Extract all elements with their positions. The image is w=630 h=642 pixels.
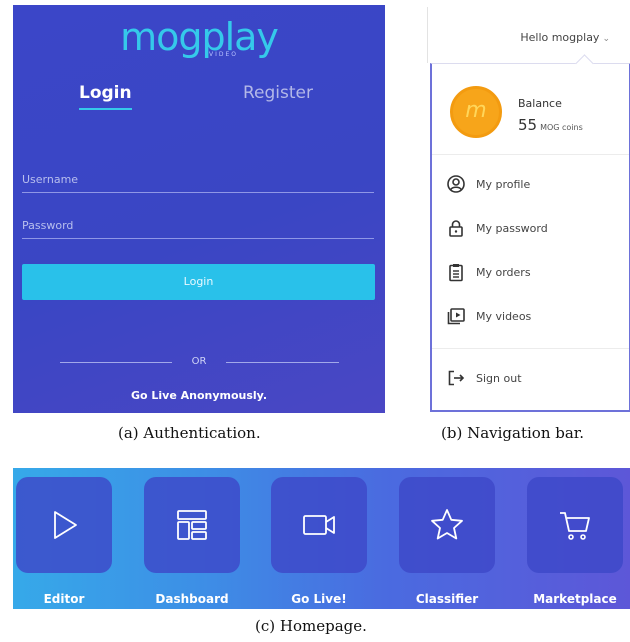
menu-item-label: My orders bbox=[476, 266, 531, 279]
tile-label-dashboard: Dashboard bbox=[155, 592, 229, 606]
video-library-icon bbox=[447, 308, 465, 325]
tile-label-editor: Editor bbox=[43, 592, 85, 606]
menu-divider bbox=[432, 154, 629, 155]
menu-item-my-password[interactable]: My password bbox=[446, 218, 616, 238]
tile-marketplace[interactable] bbox=[527, 477, 623, 573]
homepage-toolbar: Editor Dashboard Go Live! Classifier Mar… bbox=[13, 468, 630, 609]
greeting-text: Hello mogplay bbox=[520, 31, 600, 44]
tile-editor[interactable] bbox=[16, 477, 112, 573]
user-menu-toggle[interactable]: Hello mogplay ⌄ bbox=[520, 31, 610, 44]
menu-item-my-videos[interactable]: My videos bbox=[446, 306, 616, 326]
divider-line-right bbox=[226, 362, 339, 363]
caption-navigation-bar: (b) Navigation bar. bbox=[441, 424, 585, 442]
tab-login[interactable]: Login bbox=[79, 83, 132, 110]
nav-header: Hello mogplay ⌄ bbox=[427, 7, 618, 63]
password-field[interactable]: Password bbox=[22, 219, 374, 239]
coin-letter: m bbox=[465, 98, 487, 123]
menu-item-label: My password bbox=[476, 222, 548, 235]
play-icon bbox=[54, 511, 77, 539]
tile-label-classifier: Classifier bbox=[415, 592, 479, 606]
menu-item-label: My videos bbox=[476, 310, 532, 323]
tab-register[interactable]: Register bbox=[243, 83, 313, 103]
cart-icon bbox=[560, 512, 590, 540]
menu-item-my-profile[interactable]: My profile bbox=[446, 174, 616, 194]
go-live-anonymously-link[interactable]: Go Live Anonymously. bbox=[13, 389, 385, 402]
authentication-panel: mogplay VIDEO Login Register Username Pa… bbox=[13, 5, 385, 413]
balance-unit: MOG coins bbox=[540, 123, 583, 132]
mogplay-logo: mogplay bbox=[13, 17, 385, 57]
navigation-bar: Hello mogplay ⌄ m Balance 55 MOG coins My … bbox=[427, 7, 630, 413]
menu-item-my-orders[interactable]: My orders bbox=[446, 262, 616, 282]
menu-divider bbox=[432, 348, 629, 349]
user-dropdown-menu: m Balance 55 MOG coins My profile My pass… bbox=[430, 63, 630, 412]
dashboard-icon bbox=[177, 510, 207, 540]
balance-label: Balance bbox=[518, 97, 562, 110]
chevron-down-icon: ⌄ bbox=[602, 34, 610, 44]
username-field[interactable]: Username bbox=[22, 173, 374, 193]
balance-amount: 55 bbox=[518, 116, 538, 134]
coin-icon: m bbox=[450, 86, 502, 138]
sign-out-icon bbox=[448, 370, 465, 386]
star-icon bbox=[431, 509, 463, 540]
tile-label-go-live: Go Live! bbox=[291, 592, 347, 606]
login-button[interactable]: Login bbox=[22, 264, 375, 300]
tile-classifier[interactable] bbox=[399, 477, 495, 573]
menu-item-label: My profile bbox=[476, 178, 531, 191]
balance-value: 55 MOG coins bbox=[518, 116, 583, 134]
clipboard-icon bbox=[449, 264, 463, 282]
user-circle-icon bbox=[447, 175, 465, 193]
logo-text: mogplay bbox=[120, 15, 279, 59]
sign-out-button[interactable]: Sign out bbox=[446, 368, 616, 388]
tile-dashboard[interactable] bbox=[144, 477, 240, 573]
caption-authentication: (a) Authentication. bbox=[118, 424, 261, 442]
sign-out-label: Sign out bbox=[476, 372, 522, 385]
video-camera-icon bbox=[303, 515, 335, 535]
tile-label-marketplace: Marketplace bbox=[533, 592, 617, 606]
logo-subtitle: VIDEO bbox=[209, 51, 239, 58]
lock-icon bbox=[449, 220, 463, 237]
or-divider: OR bbox=[13, 356, 385, 368]
caption-homepage: (c) Homepage. bbox=[255, 617, 367, 635]
tile-go-live[interactable] bbox=[271, 477, 367, 573]
